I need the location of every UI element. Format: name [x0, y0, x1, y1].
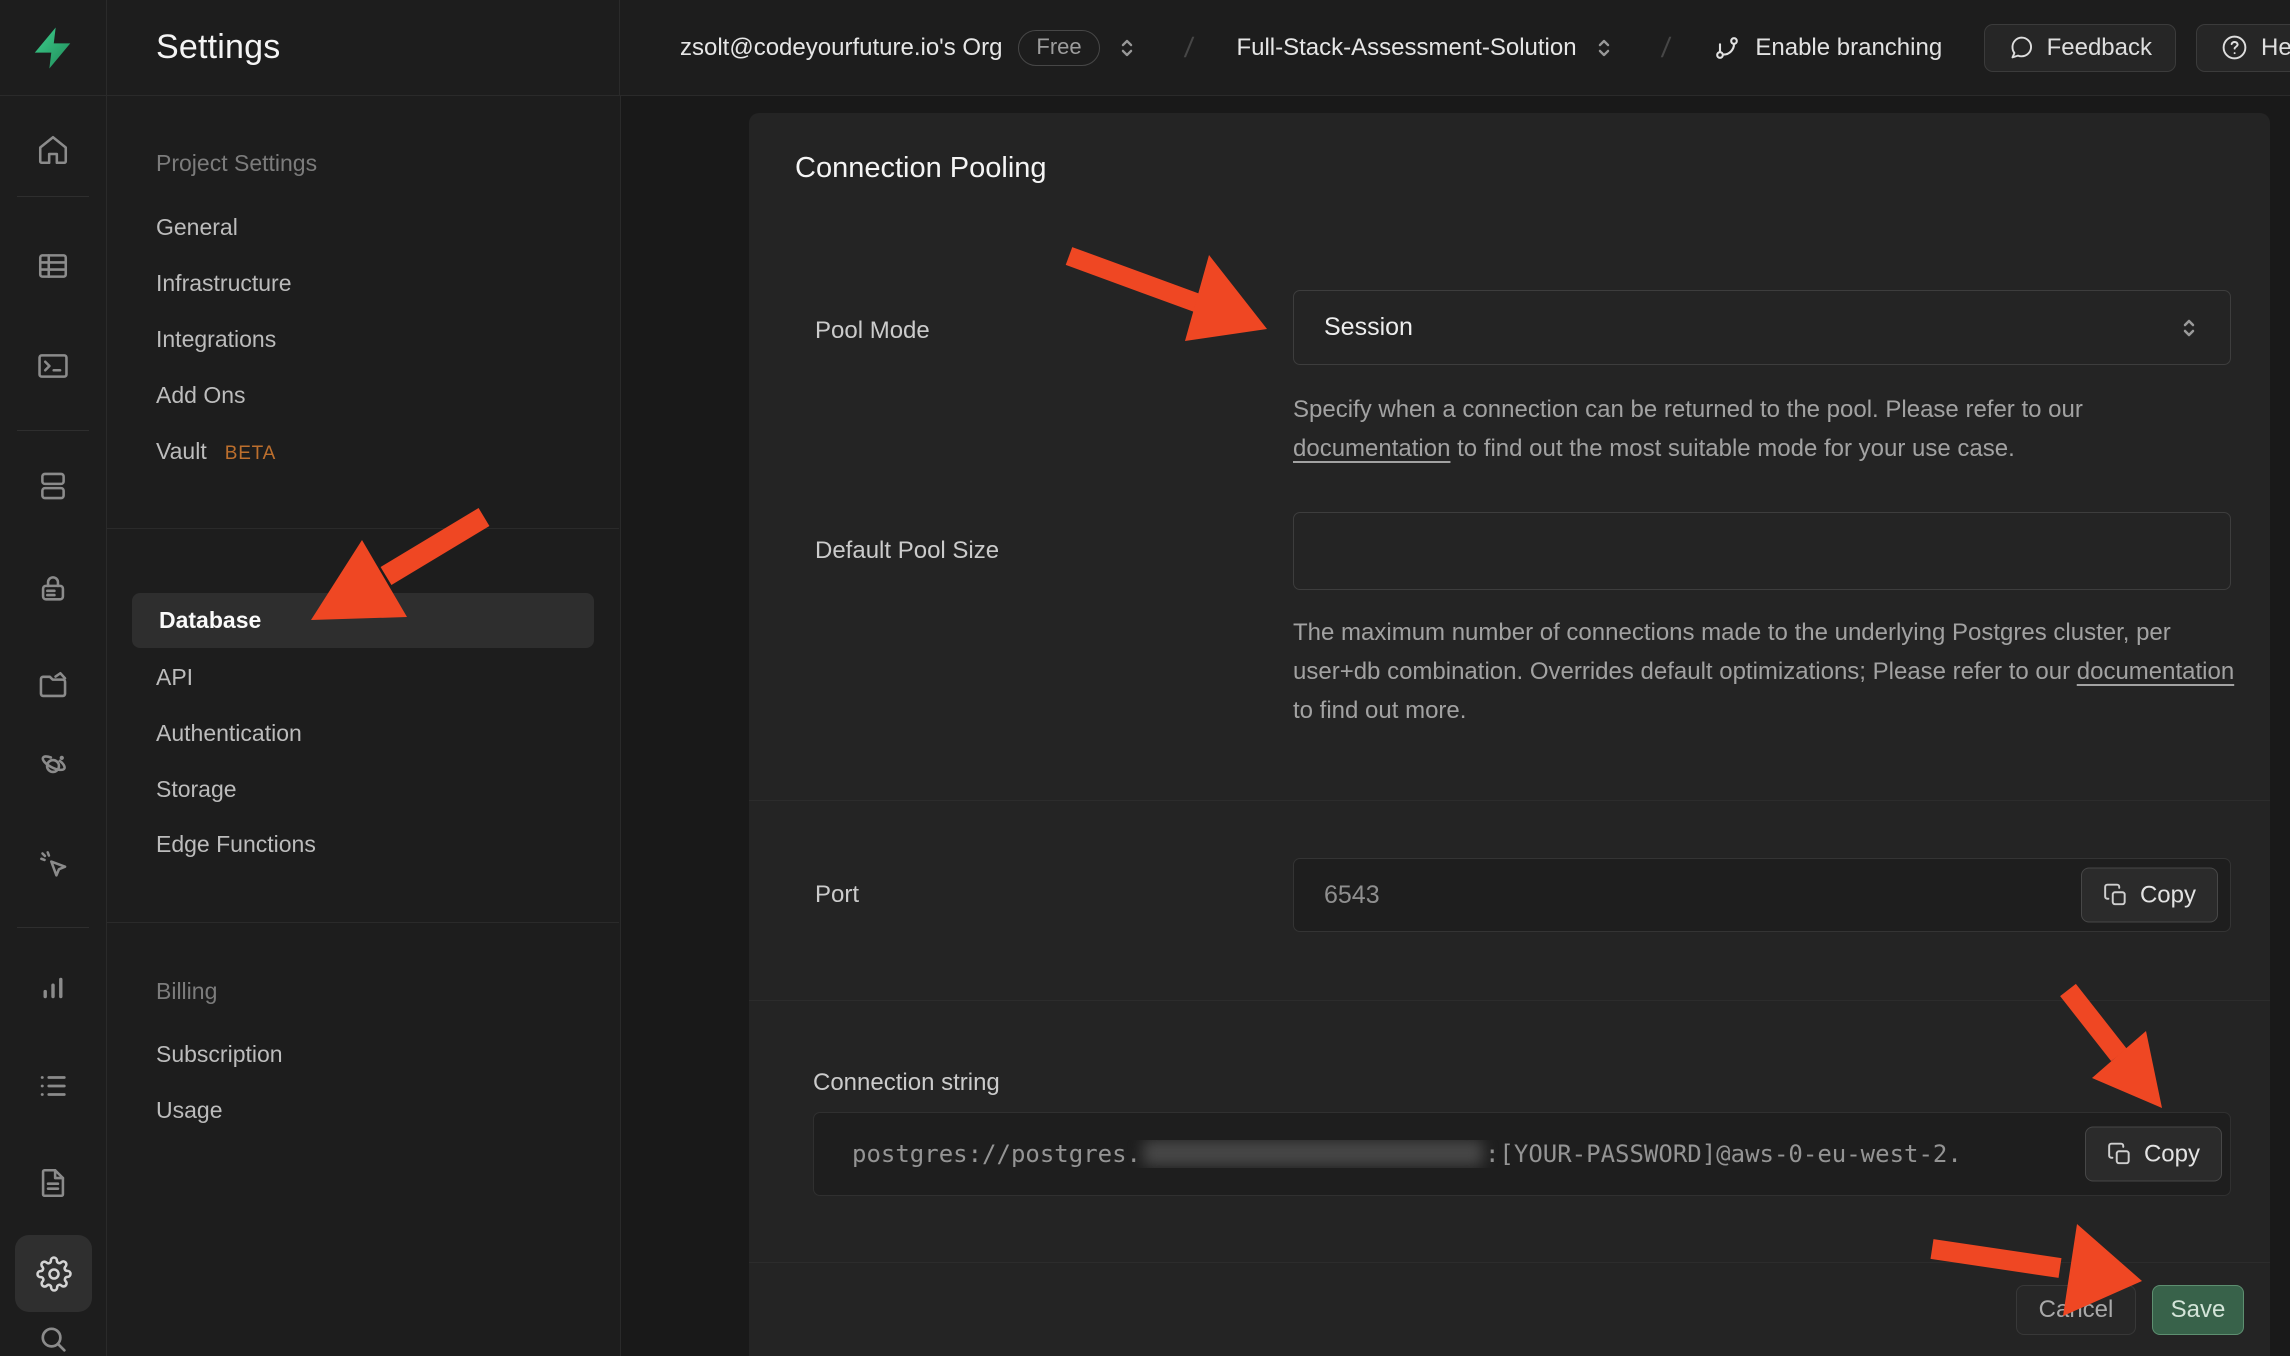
supabase-settings-page: Settings zsolt@codeyourfuture.io's Org F…	[0, 0, 2290, 1356]
pool-mode-description: Specify when a connection can be returne…	[1293, 390, 2245, 468]
connection-string-label: Connection string	[813, 1069, 1000, 1097]
port-value: 6543	[1294, 881, 1380, 910]
sidebar-item-vault[interactable]: Vault BETA	[156, 437, 276, 468]
nav-rail	[0, 96, 107, 1356]
table-editor-icon[interactable]	[36, 249, 70, 283]
authentication-icon[interactable]	[36, 571, 70, 605]
help-circle-icon	[2220, 33, 2249, 62]
project-breadcrumb[interactable]: Full-Stack-Assessment-Solution	[1236, 34, 1576, 62]
page-title: Settings	[156, 28, 280, 67]
select-chevrons-icon	[2174, 313, 2204, 343]
supabase-logo[interactable]	[0, 0, 107, 95]
main-content: Connection Pooling Pool Mode Session Spe…	[621, 96, 2290, 1356]
reports-icon[interactable]	[36, 971, 70, 1005]
copy-label: Copy	[2144, 1140, 2200, 1168]
save-button[interactable]: Save	[2152, 1285, 2244, 1335]
sql-editor-icon[interactable]	[36, 349, 70, 383]
copy-icon	[2103, 882, 2129, 908]
default-pool-size-description: The maximum number of connections made t…	[1293, 613, 2245, 730]
home-icon[interactable]	[36, 133, 70, 167]
edge-functions-icon[interactable]	[36, 749, 70, 783]
sidebar-item-database[interactable]: Database	[132, 593, 594, 648]
logs-icon[interactable]	[36, 1069, 70, 1103]
settings-title-cell: Settings	[107, 0, 620, 95]
help-label: Help	[2261, 34, 2290, 62]
port-input[interactable]: 6543 Copy	[1293, 858, 2231, 932]
database-icon[interactable]	[36, 469, 70, 503]
sidebar-item-subscription[interactable]: Subscription	[156, 1040, 283, 1068]
pool-mode-value: Session	[1324, 313, 2174, 342]
feedback-label: Feedback	[2047, 34, 2152, 62]
beta-badge: BETA	[225, 443, 276, 464]
documentation-link-2[interactable]: documentation	[2077, 658, 2234, 685]
rail-divider	[17, 430, 89, 431]
dps-desc-text: The maximum number of connections made t…	[1293, 619, 2171, 685]
section-divider	[749, 1000, 2270, 1001]
section-divider	[749, 800, 2270, 801]
cancel-button[interactable]: Cancel	[2016, 1285, 2136, 1335]
sidebar-item-api[interactable]: API	[156, 663, 193, 691]
dps-desc-text-2: to find out more.	[1293, 697, 1466, 724]
pool-mode-desc-text-2: to find out the most suitable mode for y…	[1450, 435, 2014, 462]
sidebar-item-integrations[interactable]: Integrations	[156, 325, 276, 353]
sidebar-item-edge-functions[interactable]: Edge Functions	[156, 830, 316, 858]
documentation-link[interactable]: documentation	[1293, 435, 1450, 462]
vault-label: Vault	[156, 438, 207, 464]
realtime-icon[interactable]	[36, 847, 70, 881]
sidebar-item-authentication[interactable]: Authentication	[156, 719, 302, 747]
breadcrumb-separator-2: /	[1659, 32, 1671, 64]
connection-pooling-panel: Connection Pooling Pool Mode Session Spe…	[749, 113, 2270, 1356]
conn-prefix: postgres://postgres.	[852, 1140, 1141, 1168]
sidebar-divider	[107, 528, 619, 529]
breadcrumb-separator: /	[1182, 32, 1194, 64]
settings-sidebar: Project Settings General Infrastructure …	[107, 96, 621, 1356]
top-header: Settings zsolt@codeyourfuture.io's Org F…	[0, 0, 2290, 96]
port-label: Port	[815, 881, 859, 909]
gear-icon	[36, 1256, 72, 1292]
enable-branching-button[interactable]: Enable branching	[1713, 34, 1942, 62]
rail-divider	[17, 927, 89, 928]
rail-divider	[17, 196, 89, 197]
feedback-button[interactable]: Feedback	[1984, 24, 2176, 72]
chat-bubble-icon	[2008, 34, 2035, 61]
plan-badge: Free	[1018, 30, 1099, 66]
sidebar-item-add-ons[interactable]: Add Ons	[156, 381, 246, 409]
sidebar-divider	[107, 922, 619, 923]
search-icon[interactable]	[36, 1322, 70, 1356]
panel-title: Connection Pooling	[795, 152, 1047, 185]
redacted-project-ref	[1143, 1140, 1483, 1166]
connection-string-value: postgres://postgres. :[YOUR-PASSWORD]@aws…	[814, 1140, 1962, 1168]
section-billing: Billing	[156, 977, 217, 1005]
project-switcher-chevrons-icon[interactable]	[1590, 34, 1618, 62]
sidebar-item-storage[interactable]: Storage	[156, 775, 237, 803]
storage-icon[interactable]	[36, 669, 70, 703]
footer-divider	[749, 1262, 2270, 1263]
git-branch-icon	[1713, 34, 1741, 62]
sidebar-item-infrastructure[interactable]: Infrastructure	[156, 269, 292, 297]
pool-mode-desc-text: Specify when a connection can be returne…	[1293, 396, 2083, 423]
org-breadcrumb[interactable]: zsolt@codeyourfuture.io's Org	[680, 34, 1002, 62]
api-docs-icon[interactable]	[36, 1166, 70, 1200]
conn-suffix: :[YOUR-PASSWORD]@aws-0-eu-west-2.	[1485, 1140, 1962, 1168]
org-switcher-chevrons-icon[interactable]	[1113, 34, 1141, 62]
breadcrumb: zsolt@codeyourfuture.io's Org Free / Ful…	[620, 0, 2290, 95]
default-pool-size-input[interactable]	[1293, 512, 2231, 590]
copy-label: Copy	[2140, 881, 2196, 909]
settings-nav-active[interactable]	[15, 1235, 92, 1312]
connection-string-copy-button[interactable]: Copy	[2085, 1127, 2222, 1182]
connection-string-input[interactable]: postgres://postgres. :[YOUR-PASSWORD]@aws…	[813, 1112, 2231, 1196]
enable-branching-label: Enable branching	[1755, 34, 1942, 62]
section-project-settings: Project Settings	[156, 149, 317, 177]
default-pool-size-label: Default Pool Size	[815, 537, 999, 565]
sidebar-item-usage[interactable]: Usage	[156, 1096, 222, 1124]
port-copy-button[interactable]: Copy	[2081, 868, 2218, 923]
help-button[interactable]: Help	[2196, 24, 2290, 72]
pool-mode-select[interactable]: Session	[1293, 290, 2231, 365]
copy-icon	[2107, 1141, 2133, 1167]
pool-mode-label: Pool Mode	[815, 317, 930, 345]
supabase-bolt-icon	[30, 25, 76, 71]
database-label: Database	[159, 607, 261, 634]
sidebar-item-general[interactable]: General	[156, 213, 238, 241]
